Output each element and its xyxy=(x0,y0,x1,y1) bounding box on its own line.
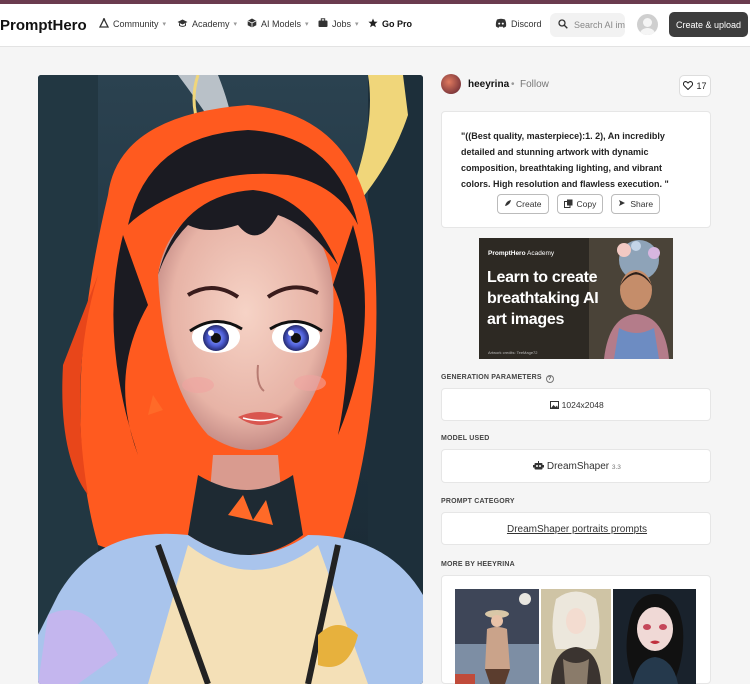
search-input[interactable]: Search AI images xyxy=(550,13,625,37)
academy-ad-banner[interactable]: PromptHero Academy Learn to create breat… xyxy=(479,238,673,359)
like-count: 17 xyxy=(696,81,707,91)
nav-discord-label: Discord xyxy=(511,19,542,29)
prompt-card: "((Best quality, masterpiece):1. 2), An … xyxy=(441,111,711,228)
dimensions-value: 1024x2048 xyxy=(442,400,712,410)
create-upload-button[interactable]: Create & upload xyxy=(669,12,748,37)
site-logo[interactable]: PromptHero xyxy=(0,17,87,34)
model-card[interactable]: DreamShaper 3.3 xyxy=(441,449,711,483)
prompt-text[interactable]: "((Best quality, masterpiece):1. 2), An … xyxy=(461,128,693,192)
community-icon xyxy=(98,17,110,30)
generation-parameters-heading: GENERATION PARAMETERS? xyxy=(441,374,554,383)
generated-image[interactable] xyxy=(38,75,423,684)
share-icon xyxy=(618,199,626,209)
robot-icon xyxy=(533,461,547,472)
star-icon xyxy=(368,18,378,30)
chevron-down-icon: ▾ xyxy=(305,21,309,28)
author-row: heeyrina • Follow 17 xyxy=(441,74,711,98)
more-thumbnail[interactable] xyxy=(541,589,611,684)
model-name[interactable]: DreamShaper 3.3 xyxy=(442,461,712,472)
briefcase-icon xyxy=(318,18,328,30)
image-icon xyxy=(550,400,561,410)
nav-community-label: Community xyxy=(113,19,159,29)
ad-brand: PromptHero Academy xyxy=(488,250,555,257)
heart-icon xyxy=(683,80,694,92)
cube-icon xyxy=(247,18,257,30)
nav-academy-label: Academy xyxy=(192,19,230,29)
nav-discord[interactable]: Discord xyxy=(495,18,542,30)
more-thumbnail[interactable] xyxy=(455,589,539,684)
nav-academy[interactable]: Academy ▾ xyxy=(177,18,237,30)
copy-button-label: Copy xyxy=(576,199,597,209)
copy-icon xyxy=(563,199,573,210)
nav-ai-models-label: AI Models xyxy=(261,19,302,29)
more-by-heading: MORE BY HEEYRINA xyxy=(441,561,515,568)
category-link[interactable]: DreamShaper portraits prompts xyxy=(442,524,712,535)
author-username[interactable]: heeyrina xyxy=(468,79,509,90)
share-button[interactable]: Share xyxy=(611,194,661,214)
create-button[interactable]: Create xyxy=(497,194,549,214)
chevron-down-icon: ▾ xyxy=(162,21,167,28)
follow-button[interactable]: Follow xyxy=(520,79,549,90)
graduation-cap-icon xyxy=(177,18,188,30)
top-navbar: PromptHero Community ▾ Academy ▾ AI Mode… xyxy=(0,4,750,47)
user-avatar-menu[interactable] xyxy=(637,14,658,35)
nav-community[interactable]: Community ▾ xyxy=(98,17,167,30)
nav-go-pro[interactable]: Go Pro xyxy=(368,18,412,30)
create-button-label: Create xyxy=(516,199,542,209)
model-version: 3.3 xyxy=(611,464,621,471)
nav-jobs-label: Jobs xyxy=(332,19,352,29)
more-thumbnail[interactable] xyxy=(613,589,696,684)
share-button-label: Share xyxy=(630,199,654,209)
info-icon[interactable]: ? xyxy=(545,375,554,383)
discord-icon xyxy=(495,18,507,30)
feather-icon xyxy=(504,199,512,209)
parameters-card: 1024x2048 xyxy=(441,388,711,421)
nav-go-pro-label: Go Pro xyxy=(382,19,413,29)
search-placeholder: Search AI images xyxy=(574,20,625,30)
like-button[interactable]: 17 xyxy=(679,75,711,97)
chevron-down-icon: ▾ xyxy=(355,21,359,28)
ad-headline: Learn to create breathtaking AI art imag… xyxy=(487,269,599,328)
nav-jobs[interactable]: Jobs ▾ xyxy=(318,18,359,30)
author-avatar[interactable] xyxy=(441,74,461,94)
chevron-down-icon: ▾ xyxy=(233,21,238,28)
prompt-category-heading: PROMPT CATEGORY xyxy=(441,498,515,505)
search-icon xyxy=(558,19,568,31)
nav-ai-models[interactable]: AI Models ▾ xyxy=(247,18,309,30)
category-card: DreamShaper portraits prompts xyxy=(441,512,711,545)
ad-credit: Artwork credits: TeeMage72 xyxy=(488,350,538,355)
separator-dot: • xyxy=(511,79,515,90)
copy-button[interactable]: Copy xyxy=(556,194,604,214)
prompt-actions: Create Copy Share xyxy=(497,194,661,214)
model-used-heading: MODEL USED xyxy=(441,435,490,442)
